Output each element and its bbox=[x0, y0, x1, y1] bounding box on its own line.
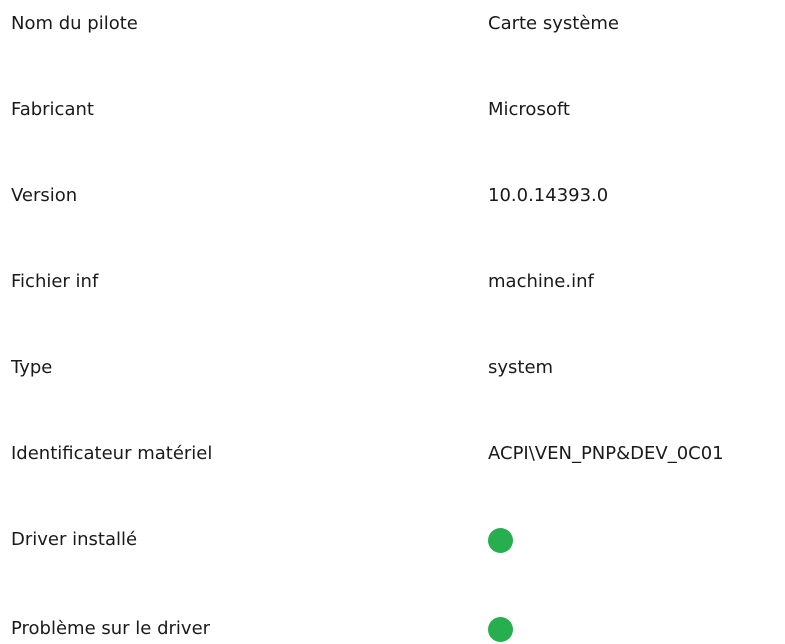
property-row-driver-name: Nom du pilote Carte système bbox=[0, 9, 785, 39]
property-label: Driver installé bbox=[11, 529, 138, 550]
property-label: Problème sur le driver bbox=[11, 618, 211, 639]
property-label: Nom du pilote bbox=[11, 13, 138, 34]
property-label: Fabricant bbox=[11, 99, 94, 120]
property-row-driver-problem: Problème sur le driver bbox=[0, 614, 785, 644]
driver-properties-list: Nom du pilote Carte système Fabricant Mi… bbox=[0, 0, 785, 644]
property-row-inf-file: Fichier inf machine.inf bbox=[0, 267, 785, 297]
property-label: Version bbox=[11, 185, 78, 206]
property-row-hardware-id: Identificateur matériel ACPI\VEN_PNP&DEV… bbox=[0, 439, 785, 469]
property-row-type: Type system bbox=[0, 353, 785, 383]
property-row-version: Version 10.0.14393.0 bbox=[0, 181, 785, 211]
property-value: ACPI\VEN_PNP&DEV_0C01 bbox=[488, 443, 724, 464]
property-value: Microsoft bbox=[488, 99, 570, 120]
property-label: Type bbox=[11, 357, 53, 378]
property-value: machine.inf bbox=[488, 271, 594, 292]
status-ok-indicator bbox=[488, 528, 513, 553]
property-value: 10.0.14393.0 bbox=[488, 185, 609, 206]
property-label: Identificateur matériel bbox=[11, 443, 213, 464]
property-label: Fichier inf bbox=[11, 271, 99, 292]
status-ok-indicator bbox=[488, 617, 513, 642]
property-row-driver-installed: Driver installé bbox=[0, 525, 785, 555]
property-value: Carte système bbox=[488, 13, 620, 34]
property-value: system bbox=[488, 357, 554, 378]
property-row-manufacturer: Fabricant Microsoft bbox=[0, 95, 785, 125]
